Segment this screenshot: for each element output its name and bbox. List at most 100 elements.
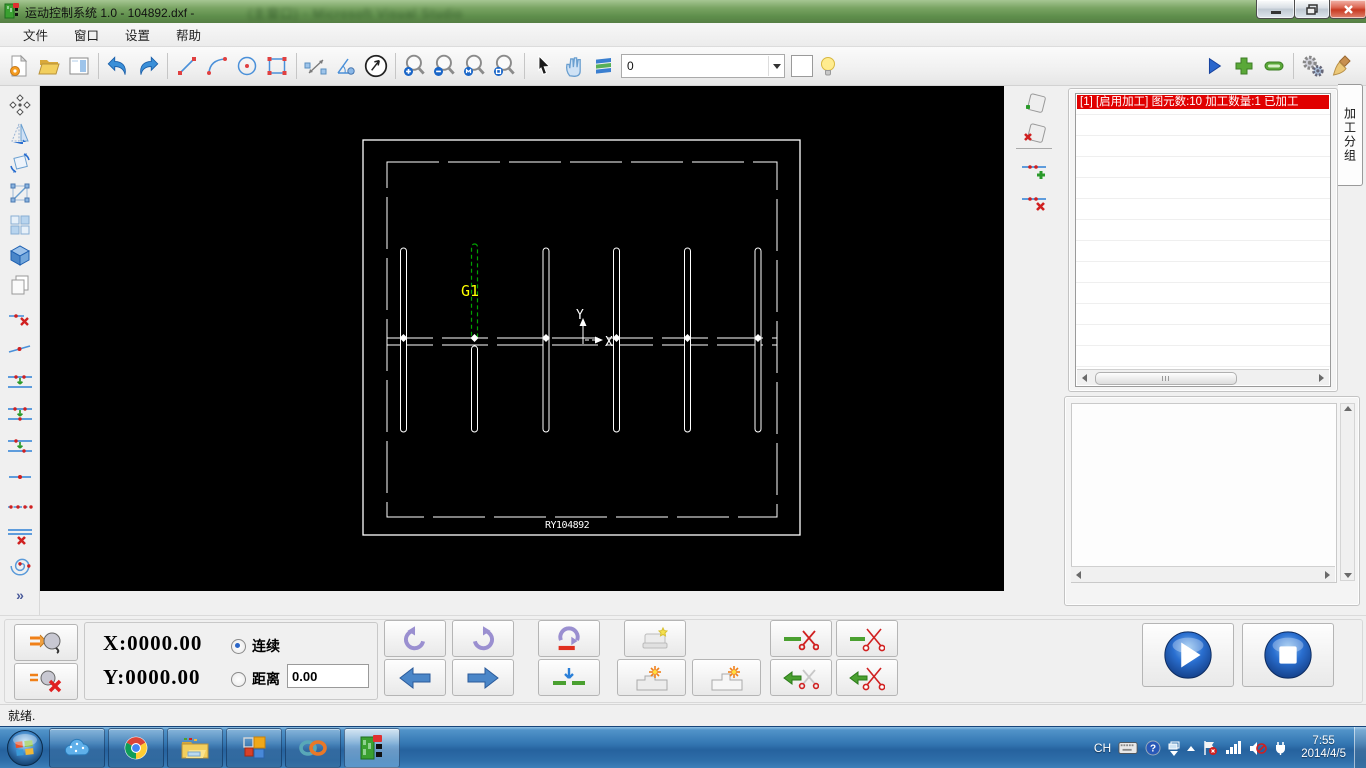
line-tool-button[interactable] bbox=[172, 51, 202, 81]
horizontal-scrollbar[interactable] bbox=[1071, 566, 1335, 582]
mode-continuous-option[interactable]: 连续 bbox=[231, 636, 280, 656]
help-icon[interactable]: ? bbox=[1145, 740, 1161, 756]
menu-settings[interactable]: 设置 bbox=[112, 22, 163, 47]
zoom-extents-button[interactable] bbox=[460, 51, 490, 81]
log-list[interactable] bbox=[1071, 403, 1337, 583]
taskbar-app-cloud[interactable] bbox=[49, 728, 105, 768]
menu-file[interactable]: 文件 bbox=[10, 22, 61, 47]
rotate-ccw-button[interactable] bbox=[384, 620, 446, 657]
zoom-in-button[interactable] bbox=[400, 51, 430, 81]
radio-distance[interactable] bbox=[231, 671, 246, 687]
select-cursor-button[interactable] bbox=[529, 51, 559, 81]
minimize-button[interactable] bbox=[1256, 0, 1295, 19]
add-button[interactable] bbox=[1229, 51, 1259, 81]
copy-pages-button[interactable] bbox=[7, 272, 33, 298]
cut-back-open-button[interactable] bbox=[836, 659, 898, 696]
volume-muted-icon[interactable] bbox=[1249, 741, 1268, 756]
cube-3d-button[interactable] bbox=[7, 242, 33, 268]
redo-button[interactable] bbox=[133, 51, 163, 81]
jog-left-button[interactable] bbox=[384, 659, 446, 696]
layer-combo[interactable]: 0 bbox=[621, 54, 785, 78]
zoom-out-button[interactable] bbox=[430, 51, 460, 81]
simulate-button[interactable] bbox=[1199, 51, 1229, 81]
delete-double-line-button[interactable] bbox=[7, 524, 33, 550]
close-button[interactable] bbox=[1329, 0, 1366, 19]
remove-button[interactable] bbox=[1259, 51, 1289, 81]
pan-hand-button[interactable] bbox=[559, 51, 589, 81]
jog-right-button[interactable] bbox=[452, 659, 514, 696]
action-center-flag-icon[interactable] bbox=[1202, 740, 1218, 756]
rotate-cw-button[interactable] bbox=[452, 620, 514, 657]
show-hidden-icons[interactable] bbox=[1187, 745, 1196, 751]
layers-button[interactable] bbox=[589, 51, 619, 81]
add-group-button[interactable] bbox=[1020, 90, 1050, 120]
start-button[interactable] bbox=[1142, 623, 1234, 687]
rotate-object-button[interactable] bbox=[7, 150, 33, 176]
move-points-button[interactable] bbox=[7, 92, 33, 118]
scroll-up-arrow[interactable] bbox=[1343, 406, 1352, 411]
merge-lines-1-button[interactable] bbox=[7, 370, 33, 396]
scroll-left-arrow[interactable] bbox=[1077, 370, 1092, 385]
taskbar-app-visualstudio[interactable] bbox=[285, 728, 341, 768]
circle-tool-button[interactable] bbox=[232, 51, 262, 81]
scrollbar-thumb[interactable] bbox=[1095, 372, 1237, 385]
restore-button[interactable] bbox=[1294, 0, 1330, 19]
mode-distance-option[interactable]: 距离 bbox=[231, 669, 280, 689]
settings-button[interactable] bbox=[1298, 51, 1328, 81]
insert-point-button[interactable] bbox=[7, 336, 33, 362]
bulb-button[interactable] bbox=[813, 51, 843, 81]
cut-back-solid-button[interactable] bbox=[770, 659, 832, 696]
new-file-button[interactable] bbox=[4, 51, 34, 81]
zoom-window-button[interactable] bbox=[490, 51, 520, 81]
track-delete-button[interactable] bbox=[1020, 188, 1050, 218]
array-button[interactable] bbox=[7, 212, 33, 238]
stop-button[interactable] bbox=[1242, 623, 1334, 687]
show-desktop-button[interactable] bbox=[1354, 727, 1366, 768]
taskbar-clock[interactable]: 7:55 2014/4/5 bbox=[1301, 735, 1346, 761]
arc-tool-button[interactable] bbox=[202, 51, 232, 81]
open-file-button[interactable] bbox=[34, 51, 64, 81]
delete-group-button[interactable] bbox=[1020, 120, 1050, 150]
cut-forward-solid-button[interactable] bbox=[770, 620, 832, 657]
horizontal-scrollbar[interactable] bbox=[1077, 369, 1329, 385]
merge-lines-2-button[interactable] bbox=[7, 402, 33, 428]
radio-continuous[interactable] bbox=[231, 638, 246, 654]
language-indicator[interactable]: CH bbox=[1094, 741, 1111, 755]
window-switch-indicator[interactable] bbox=[1168, 741, 1180, 756]
taskbar-app-explorer[interactable] bbox=[167, 728, 223, 768]
combo-dropdown-arrow[interactable] bbox=[768, 56, 784, 76]
cut-forward-open-button[interactable] bbox=[836, 620, 898, 657]
undo-button[interactable] bbox=[103, 51, 133, 81]
menu-help[interactable]: 帮助 bbox=[163, 22, 214, 47]
track-add-button[interactable] bbox=[1020, 156, 1050, 186]
spark-test-2-button[interactable] bbox=[692, 659, 761, 696]
menu-window[interactable]: 窗口 bbox=[61, 22, 112, 47]
process-group-list[interactable]: [1] [启用加工] 图元数:10 加工数量:1 已加工 bbox=[1075, 93, 1331, 387]
compass-tool-button[interactable] bbox=[361, 51, 391, 81]
tab-process-groups[interactable]: 加工分组 bbox=[1338, 84, 1363, 186]
spark-test-1-button[interactable] bbox=[617, 659, 686, 696]
merge-down-button[interactable] bbox=[538, 659, 600, 696]
mirror-button[interactable] bbox=[7, 120, 33, 146]
process-group-row-selected[interactable]: [1] [启用加工] 图元数:10 加工数量:1 已加工 bbox=[1077, 95, 1329, 109]
taskbar-app-motion-control[interactable] bbox=[344, 728, 400, 768]
angle-tool-button[interactable] bbox=[331, 51, 361, 81]
taskbar-app-tiles[interactable] bbox=[226, 728, 282, 768]
merge-lines-3-button[interactable] bbox=[7, 434, 33, 460]
spiral-button[interactable] bbox=[7, 554, 33, 580]
rotate-stop-button[interactable] bbox=[538, 620, 600, 657]
keyboard-icon[interactable] bbox=[1118, 741, 1138, 755]
power-plug-icon[interactable] bbox=[1274, 741, 1288, 756]
delete-segment-button[interactable] bbox=[7, 305, 33, 331]
disconnect-button[interactable] bbox=[14, 663, 78, 700]
color-swatch[interactable] bbox=[791, 55, 813, 77]
measure-tool-button[interactable] bbox=[301, 51, 331, 81]
clean-button[interactable] bbox=[1328, 51, 1358, 81]
vertical-scrollbar[interactable] bbox=[1340, 403, 1355, 581]
start-button[interactable] bbox=[4, 728, 46, 768]
drawing-canvas[interactable]: G1 Y X RY104892 bbox=[40, 86, 1004, 591]
sidebar-expand-button[interactable]: » bbox=[7, 582, 33, 608]
dotted-line-button[interactable] bbox=[7, 494, 33, 520]
scroll-right-arrow[interactable] bbox=[1320, 567, 1335, 582]
taskbar-app-chrome[interactable] bbox=[108, 728, 164, 768]
